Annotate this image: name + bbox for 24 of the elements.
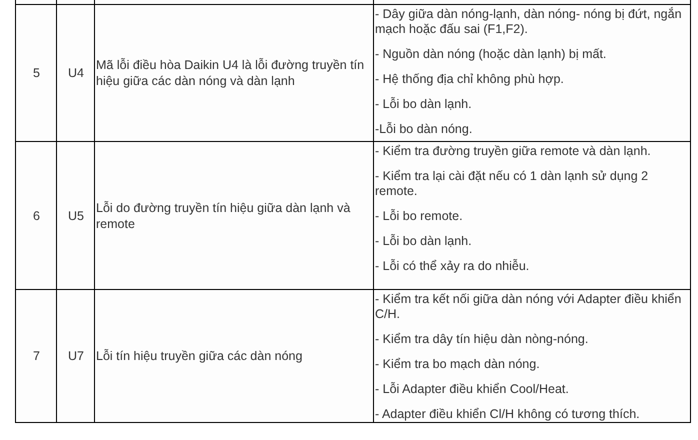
cause-item: - Kiểm tra lại cài đặt nếu có 1 dàn lạnh sử dụng 2 remote. (375, 169, 650, 199)
cause-item: - Kiểm tra dây tín hiệu dàn nòng-nóng. (375, 332, 590, 347)
cause-item: - Lỗi Adapter điều khiển Cool/Heat. (375, 382, 570, 397)
error-code: U5 (68, 208, 84, 222)
cause-item: - Lỗi bo remote. (375, 209, 464, 224)
cause-item: - Lỗi bo dàn lạnh. (375, 97, 473, 112)
cause-item: - Kiểm tra kết nối giữa dàn nóng với Adapter điều khiển C/H. (375, 292, 682, 322)
cause-item: - Kiểm tra bo mạch dàn nóng. (375, 357, 541, 372)
cause-item: - Dây giữa dàn nóng-lạnh, dàn nóng- nóng bị đứt, ngắn mạch hoặc đấu sai (F1,F2). (375, 7, 683, 37)
cause-item: - Hệ thống địa chỉ không phù hợp. (375, 72, 565, 87)
row-number: 7 (33, 349, 40, 363)
error-description: Lỗi tín hiệu truyền giữa các dàn nóng (96, 349, 302, 363)
cause-item: - Kiểm tra đường truyền giữa remote và dàn lạnh. (375, 144, 652, 159)
row-number: 6 (33, 208, 40, 222)
error-description: Mã lỗi điều hòa Daikin U4 là lỗi đường truyền tín hiệu giữa các dàn nóng và dàn lạnh (96, 58, 364, 88)
cause-item: -Lỗi bo dàn nóng. (375, 122, 474, 137)
error-code: U7 (68, 349, 84, 363)
cause-item: - Lỗi có thể xảy ra do nhiễu. (375, 259, 530, 274)
cause-item: - Adapter điều khiển Cl/H không có tương thích. (375, 407, 641, 422)
error-code: U4 (68, 66, 84, 80)
cause-item: - Lỗi bo dàn lạnh. (375, 234, 473, 249)
error-description: Lỗi do đường truyền tín hiệu giữa dàn lạnh và remote (96, 200, 350, 230)
row-number: 5 (33, 66, 40, 80)
cause-item: - Nguồn dàn nóng (hoặc dàn lạnh) bị mất. (375, 47, 608, 62)
